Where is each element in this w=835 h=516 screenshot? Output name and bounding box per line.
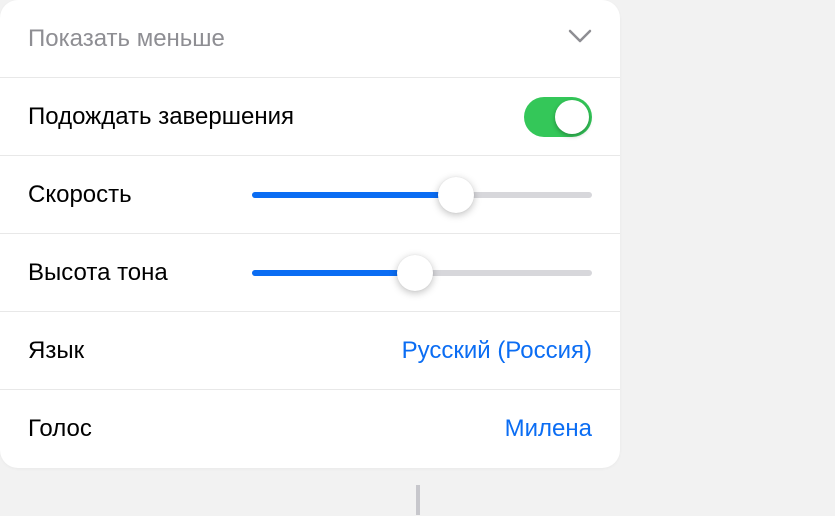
pitch-label: Высота тона bbox=[28, 259, 168, 287]
toggle-thumb bbox=[555, 100, 589, 134]
language-label: Язык bbox=[28, 337, 84, 365]
speed-slider-thumb bbox=[438, 177, 474, 213]
show-less-label: Показать меньше bbox=[28, 25, 225, 53]
wait-completion-label: Подождать завершения bbox=[28, 103, 294, 131]
pitch-slider-thumb bbox=[397, 255, 433, 291]
chevron-down-icon bbox=[568, 29, 592, 48]
voice-row[interactable]: Голос Милена bbox=[0, 390, 620, 468]
pitch-slider[interactable] bbox=[252, 270, 592, 276]
voice-label: Голос bbox=[28, 415, 92, 443]
pitch-slider-fill bbox=[252, 270, 415, 276]
show-less-row[interactable]: Показать меньше bbox=[0, 0, 620, 78]
settings-card: Показать меньше Подождать завершения Ско… bbox=[0, 0, 620, 468]
speed-row: Скорость bbox=[0, 156, 620, 234]
connector-stem bbox=[416, 485, 420, 515]
speed-slider[interactable] bbox=[252, 192, 592, 198]
wait-completion-row: Подождать завершения bbox=[0, 78, 620, 156]
speed-slider-fill bbox=[252, 192, 456, 198]
pitch-row: Высота тона bbox=[0, 234, 620, 312]
language-row[interactable]: Язык Русский (Россия) bbox=[0, 312, 620, 390]
wait-completion-toggle[interactable] bbox=[524, 97, 592, 137]
language-value: Русский (Россия) bbox=[402, 337, 592, 365]
speed-label: Скорость bbox=[28, 181, 132, 209]
voice-value: Милена bbox=[505, 415, 592, 443]
